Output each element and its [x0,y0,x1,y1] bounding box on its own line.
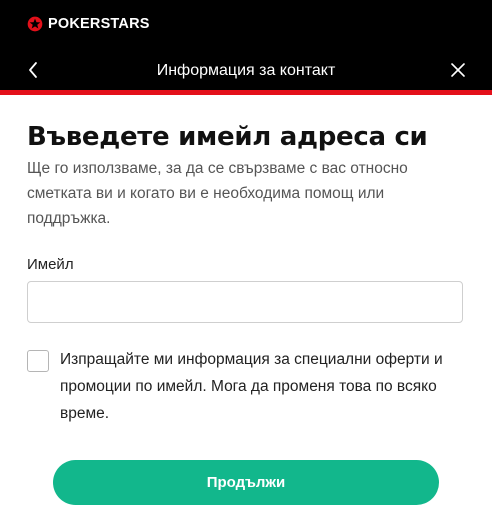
close-icon [451,63,465,77]
close-button[interactable] [447,59,469,81]
accent-divider [0,90,492,95]
form-heading: Въведете имейл адреса си [27,122,428,152]
email-label: Имейл [27,256,74,273]
brand-name: POKERSTARS [48,16,150,32]
email-entry-screen: POKERSTARS Информация за контакт Въведет… [0,0,492,525]
pokerstars-logo: POKERSTARS [27,14,150,34]
star-icon [27,16,43,32]
page-title: Информация за контакт [156,62,336,79]
marketing-consent-checkbox[interactable] [27,350,49,372]
continue-button[interactable]: Продължи [53,460,439,505]
email-field[interactable] [27,281,463,323]
form-description: Ще го използваме, за да се свързваме с в… [27,160,408,227]
marketing-consent-label: Изпращайте ми информация за специални оф… [60,351,443,422]
brand-bar: POKERSTARS [0,0,492,48]
